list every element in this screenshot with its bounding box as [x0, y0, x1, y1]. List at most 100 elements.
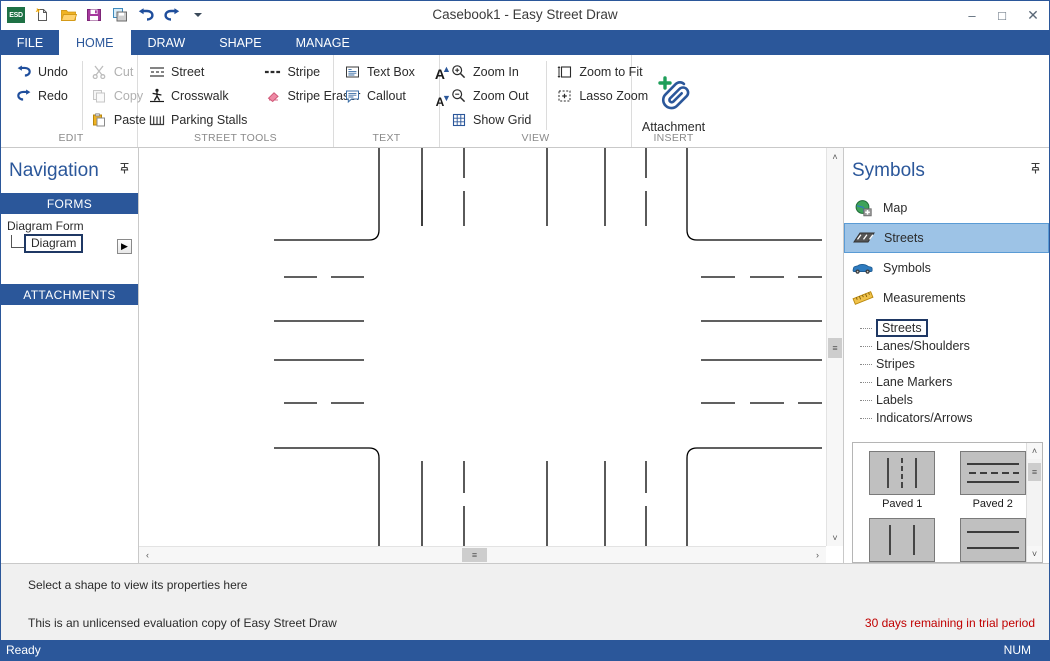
canvas-horizontal-scrollbar[interactable]: ‹ ≡ ›: [139, 546, 826, 563]
cut-scissors-icon: [91, 63, 108, 80]
tree-item-lane-markers[interactable]: Lane Markers: [860, 373, 1049, 391]
zoom-out-button[interactable]: Zoom Out: [448, 85, 536, 106]
maximize-button[interactable]: □: [987, 1, 1017, 30]
cut-label: Cut: [114, 65, 133, 79]
pin-icon[interactable]: [1030, 162, 1041, 178]
horizontal-scroll-thumb[interactable]: ≡: [462, 548, 487, 562]
navigation-title: Navigation: [9, 160, 99, 182]
scroll-up-arrow[interactable]: ˄: [827, 148, 843, 165]
crosswalk-button[interactable]: Crosswalk: [146, 85, 252, 106]
ribbon-group-edit: Undo Redo: [5, 55, 138, 147]
thumbnail-scrollbar[interactable]: ˄ ≡ ˅: [1026, 443, 1042, 562]
symbols-category-symbols[interactable]: Symbols: [844, 253, 1049, 283]
tab-shape[interactable]: SHAPE: [202, 30, 278, 55]
paved-2-preview: [960, 451, 1026, 495]
ribbon-tab-strip: FILE HOME DRAW SHAPE MANAGE: [1, 30, 1049, 55]
paved-1-preview: [869, 451, 935, 495]
drawing-canvas-container: ˄ ≡ ˅ ‹ ≡ ›: [139, 148, 844, 563]
tree-item-labels[interactable]: Labels: [860, 391, 1049, 409]
thumbnail-scroll-thumb[interactable]: ≡: [1028, 463, 1041, 481]
tree-item-lanes-shoulders[interactable]: Lanes/Shoulders: [860, 337, 1049, 355]
thumbnail-scroll-up-arrow[interactable]: ˄: [1027, 443, 1042, 459]
paved-unstriped-2-preview: [960, 518, 1026, 562]
status-num-lock: NUM: [1004, 643, 1031, 657]
symbol-thumbnail-grid: Paved 1 Paved 2: [853, 443, 1026, 562]
symbol-thumbnail-caption: Paved 1: [882, 498, 922, 510]
tree-connector-icon: [860, 346, 872, 347]
close-button[interactable]: ✕: [1017, 1, 1049, 30]
tab-draw[interactable]: DRAW: [131, 30, 203, 55]
symbol-thumbnail-caption: Paved 2: [973, 498, 1013, 510]
redo-label: Redo: [38, 89, 68, 103]
tab-home[interactable]: HOME: [59, 30, 131, 55]
tree-connector-icon: [860, 364, 872, 365]
lasso-zoom-icon: [556, 87, 573, 104]
symbol-thumbnail-paved-2[interactable]: Paved 2: [948, 451, 1039, 510]
tab-manage[interactable]: MANAGE: [279, 30, 367, 55]
car-symbol-icon: [852, 259, 874, 277]
tree-elbow-icon: [11, 235, 25, 248]
street-icon: [148, 63, 165, 80]
status-bar: Ready NUM: [1, 640, 1049, 660]
symbol-thumbnail-pane: Paved 1 Paved 2: [852, 442, 1043, 563]
attachments-section-header[interactable]: ATTACHMENTS: [1, 284, 138, 305]
scroll-right-arrow[interactable]: ›: [809, 547, 826, 563]
text-box-button[interactable]: Text Box: [342, 61, 420, 82]
show-grid-button[interactable]: Show Grid: [448, 109, 536, 130]
callout-label: Callout: [367, 89, 406, 103]
attachment-paperclip-icon: [654, 75, 694, 118]
minimize-button[interactable]: –: [957, 1, 987, 30]
main-content-row: Navigation FORMS Diagram Form Diagram ▶ …: [1, 148, 1049, 563]
forms-body: Diagram Form Diagram ▶: [1, 214, 138, 284]
pin-icon[interactable]: [119, 162, 130, 178]
forms-section-header[interactable]: FORMS: [1, 193, 138, 214]
attachment-button[interactable]: Attachment: [642, 72, 705, 134]
symbols-subcategory-tree: Streets Lanes/Shoulders Stripes Lane Mar…: [844, 313, 1049, 433]
tree-item-label: Stripes: [876, 357, 915, 371]
symbols-category-label: Measurements: [883, 291, 966, 305]
copy-icon: [91, 87, 108, 104]
drawing-canvas[interactable]: [139, 148, 826, 546]
group-label-text: TEXT: [334, 132, 439, 144]
symbol-thumbnail-paved-1[interactable]: Paved 1: [857, 451, 948, 510]
symbol-thumbnail-paved-unstriped-1[interactable]: Paved Unstriped 1: [857, 518, 948, 563]
callout-button[interactable]: Callout: [342, 85, 420, 106]
show-grid-label: Show Grid: [473, 113, 531, 127]
form-tree-row[interactable]: Diagram: [7, 235, 132, 252]
scroll-down-arrow[interactable]: ˅: [827, 529, 843, 546]
tree-item-stripes[interactable]: Stripes: [860, 355, 1049, 373]
ribbon-group-view: Zoom In Zoom Out: [440, 55, 632, 147]
redo-button[interactable]: Redo: [13, 85, 73, 106]
text-box-label: Text Box: [367, 65, 415, 79]
zoom-out-icon: [450, 87, 467, 104]
tree-item-indicators-arrows[interactable]: Indicators/Arrows: [860, 409, 1049, 427]
paved-unstriped-1-preview: [869, 518, 935, 562]
form-child-diagram[interactable]: Diagram: [24, 234, 83, 253]
vertical-scroll-thumb[interactable]: ≡: [828, 338, 842, 358]
thumbnail-scroll-down-arrow[interactable]: ˅: [1027, 546, 1042, 562]
scroll-left-arrow[interactable]: ‹: [139, 547, 156, 563]
symbols-category-streets[interactable]: Streets: [844, 223, 1049, 253]
group-label-insert: INSERT: [632, 132, 715, 144]
zoom-in-button[interactable]: Zoom In: [448, 61, 536, 82]
properties-and-trial-pane: Select a shape to view its properties he…: [1, 563, 1049, 643]
undo-button[interactable]: Undo: [13, 61, 73, 82]
navigation-panel: Navigation FORMS Diagram Form Diagram ▶ …: [1, 148, 139, 563]
ribbon-group-street-tools: Street Crosswalk: [138, 55, 334, 147]
symbol-thumbnail-paved-unstriped-2[interactable]: Paved Unstriped 2: [948, 518, 1039, 563]
tree-item-streets[interactable]: Streets: [860, 319, 1049, 337]
parking-stalls-button[interactable]: Parking Stalls: [146, 109, 252, 130]
tab-file[interactable]: FILE: [1, 30, 59, 55]
street-button[interactable]: Street: [146, 61, 252, 82]
canvas-vertical-scrollbar[interactable]: ˄ ≡ ˅: [826, 148, 843, 546]
symbols-header: Symbols: [844, 148, 1049, 193]
group-label-edit: EDIT: [5, 132, 137, 144]
symbols-panel: Symbols Map: [844, 148, 1049, 563]
show-grid-icon: [450, 111, 467, 128]
window-controls: – □ ✕: [957, 1, 1049, 30]
undo-icon: [15, 63, 32, 80]
symbols-category-map[interactable]: Map: [844, 193, 1049, 223]
symbols-category-measurements[interactable]: Measurements: [844, 283, 1049, 313]
tree-item-label: Lanes/Shoulders: [876, 339, 970, 353]
navigate-forward-button[interactable]: ▶: [117, 239, 132, 254]
